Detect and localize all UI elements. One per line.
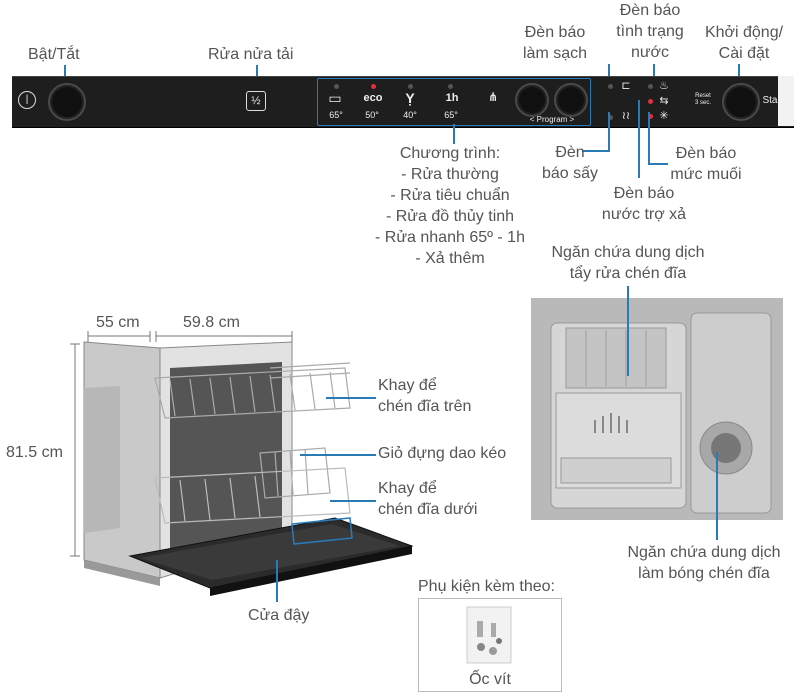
water-led — [648, 84, 653, 89]
panel-edge — [778, 76, 794, 126]
cleaning-led — [608, 84, 613, 89]
water-status-label: Đèn báo tình trạng nước — [616, 2, 684, 61]
start-label: Khởi động/ Cài đặt — [704, 24, 784, 62]
rinse-aid-compartment-label: Ngăn chứa dung dịch làm bóng chén đĩa — [627, 544, 781, 582]
screws-label: Ốc vít — [469, 671, 511, 688]
upper-rack-leader — [326, 397, 376, 399]
tap-icon: ♨ — [659, 80, 669, 92]
accessories-box: Ốc vít — [418, 598, 562, 692]
accessories-title: Phụ kiện kèm theo: — [418, 578, 555, 595]
salt-indicator-label: Đèn báo mức muối — [670, 145, 742, 183]
dishwasher-image — [70, 331, 414, 596]
power-icon: | — [18, 91, 36, 109]
dispenser-image — [531, 298, 783, 520]
cleaning-indicator-label: Đèn báo làm sạch — [522, 24, 588, 62]
programs-leader — [453, 124, 455, 144]
detergent-label: Ngăn chứa dung dịch tẩy rửa chén đĩa — [551, 244, 705, 282]
reset-text: Reset 3 sec. — [694, 93, 711, 106]
lower-rack-leader — [330, 500, 376, 502]
detergent-leader — [627, 286, 629, 376]
door-label: Cửa đậy — [248, 607, 310, 624]
programs-label: Chương trình: - Rửa thường - Rửa tiêu ch… — [375, 145, 525, 267]
program-highlight-box — [317, 78, 591, 126]
salt-icon: ✳ — [659, 110, 669, 122]
rinse-leader — [638, 100, 640, 178]
rinse-aid-led — [648, 99, 653, 104]
door-leader — [276, 560, 278, 602]
rinse-aid-icon: ⇆ — [659, 95, 669, 107]
cutlery-basket-label: Giỏ đựng dao kéo — [378, 445, 507, 462]
rinse-aid-indicator-label: Đèn báo nước trợ xả — [601, 185, 687, 223]
upper-rack-label: Khay để chén đĩa trên — [378, 377, 472, 415]
clean-icon: ⊏ — [621, 80, 631, 92]
dry-icon: ≀≀ — [621, 110, 631, 122]
half-load-button[interactable]: ½ — [246, 91, 266, 111]
dry-indicator-label: Đèn báo sấy — [541, 144, 599, 182]
power-label: Bật/Tắt — [28, 46, 80, 63]
height-label: 81.5 cm — [6, 444, 63, 461]
cutlery-leader — [300, 454, 376, 456]
half-load-label: Rửa nửa tải — [208, 46, 294, 63]
dry-leader — [608, 112, 610, 150]
power-button[interactable] — [48, 83, 86, 121]
salt-leader — [648, 112, 650, 164]
start-button[interactable] — [722, 83, 760, 121]
rinse-aid-leader — [716, 452, 718, 540]
screws-image — [466, 606, 512, 664]
lower-rack-label: Khay để chén đĩa dưới — [378, 480, 478, 518]
